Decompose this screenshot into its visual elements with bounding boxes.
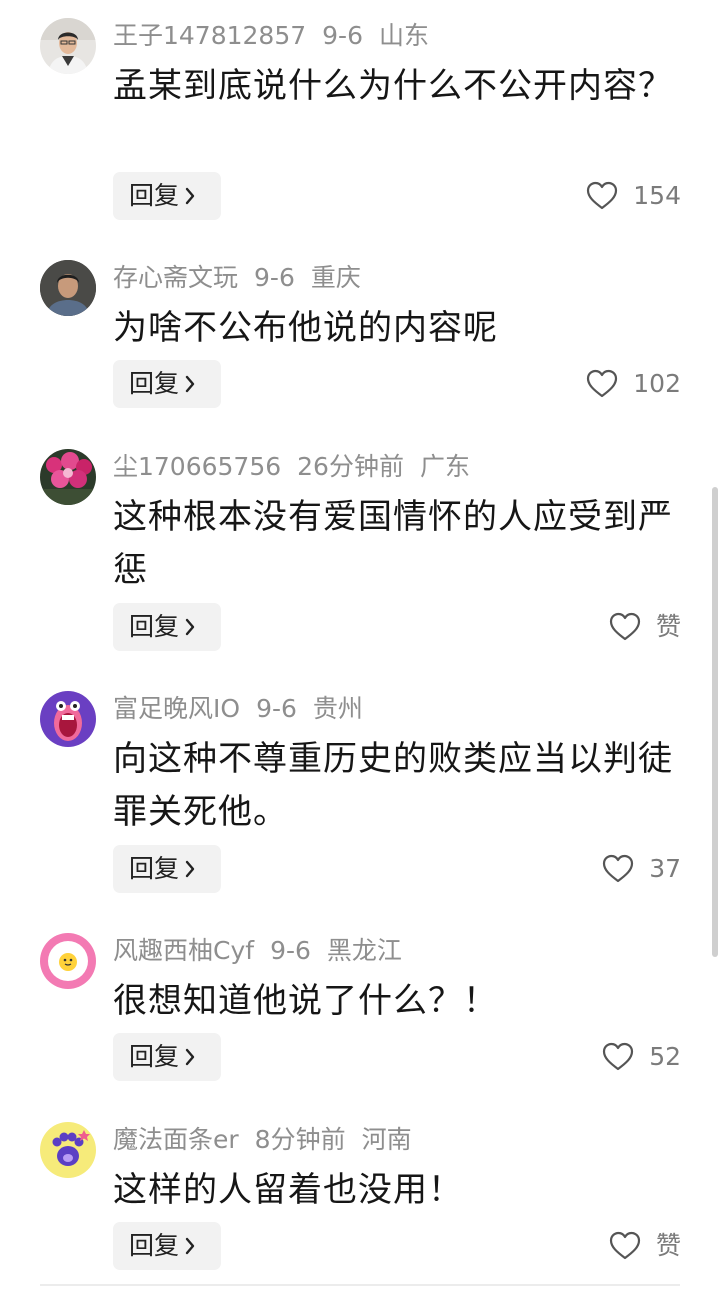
comment-time: 9-6 (270, 936, 311, 965)
avatar[interactable] (40, 1122, 96, 1178)
comment-text: 孟某到底说什么为什么不公开内容？ (113, 66, 673, 106)
comment-time: 8分钟前 (254, 1125, 346, 1154)
avatar[interactable] (40, 260, 96, 316)
like-button[interactable]: 52 (601, 1033, 681, 1081)
comment-text: 为啥不公布他说的内容呢 (113, 308, 498, 348)
chevron-right-icon (183, 172, 197, 220)
comment-text: 很想知道他说了什么？！ (113, 981, 498, 1021)
scrollbar[interactable] (712, 487, 718, 957)
comment-location: 山东 (379, 21, 430, 50)
comment-text: 向这种不尊重历史的败类应当以判徒罪关死他。 (113, 739, 673, 832)
heart-icon (585, 179, 619, 213)
bottom-divider (40, 1284, 680, 1286)
reply-label: 回复 (129, 854, 180, 883)
heart-icon (601, 1040, 635, 1074)
like-count: 154 (633, 181, 681, 210)
comment-time: 9-6 (322, 21, 363, 50)
avatar[interactable] (40, 18, 96, 74)
chevron-right-icon (183, 1033, 197, 1081)
comment-meta: 存心斋文玩 9-6 重庆 (113, 262, 361, 294)
chevron-right-icon (183, 360, 197, 408)
reply-label: 回复 (129, 181, 180, 210)
chevron-right-icon (183, 1222, 197, 1270)
comment-feed: 王子147812857 9-6 山东 孟某到底说什么为什么不公开内容？ 回复 154… (0, 0, 721, 1290)
heart-icon (608, 1229, 642, 1263)
reply-button[interactable]: 回复 (113, 172, 221, 220)
comment-location: 河南 (361, 1125, 412, 1154)
avatar[interactable] (40, 691, 96, 747)
comment-meta: 魔法面条er 8分钟前 河南 (113, 1124, 412, 1156)
username[interactable]: 风趣西柚Cyf (113, 936, 254, 965)
username[interactable]: 富足晚风IO (113, 694, 240, 723)
username[interactable]: 尘170665756 (113, 452, 281, 481)
like-count: 102 (633, 369, 681, 398)
heart-icon (585, 367, 619, 401)
reply-button[interactable]: 回复 (113, 1222, 221, 1270)
reply-button[interactable]: 回复 (113, 1033, 221, 1081)
like-button[interactable]: 赞 (608, 603, 681, 651)
avatar[interactable] (40, 449, 96, 505)
comment-meta: 王子147812857 9-6 山东 (113, 20, 429, 52)
like-count: 赞 (655, 1231, 681, 1260)
like-count: 52 (649, 1042, 681, 1071)
comment-meta: 富足晚风IO 9-6 贵州 (113, 693, 363, 725)
avatar[interactable] (40, 933, 96, 989)
like-button[interactable]: 102 (585, 360, 681, 408)
reply-label: 回复 (129, 1042, 180, 1071)
comment-location: 黑龙江 (326, 936, 402, 965)
reply-label: 回复 (129, 612, 180, 641)
heart-icon (601, 852, 635, 886)
username[interactable]: 魔法面条er (113, 1125, 239, 1154)
comment-meta: 尘170665756 26分钟前 广东 (113, 451, 470, 483)
reply-button[interactable]: 回复 (113, 603, 221, 651)
comment-text: 这样的人留着也没用！ (113, 1170, 463, 1210)
like-button[interactable]: 赞 (608, 1222, 681, 1270)
like-button[interactable]: 37 (601, 845, 681, 893)
comment-time: 9-6 (254, 263, 295, 292)
username[interactable]: 王子147812857 (113, 21, 306, 50)
comment-text: 这种根本没有爱国情怀的人应受到严惩 (113, 497, 673, 590)
reply-button[interactable]: 回复 (113, 360, 221, 408)
like-count: 赞 (655, 612, 681, 641)
reply-label: 回复 (129, 1231, 180, 1260)
chevron-right-icon (183, 603, 197, 651)
comment-time: 9-6 (256, 694, 297, 723)
comment-location: 广东 (419, 452, 470, 481)
username[interactable]: 存心斋文玩 (113, 263, 238, 292)
reply-label: 回复 (129, 369, 180, 398)
like-count: 37 (649, 854, 681, 883)
like-button[interactable]: 154 (585, 172, 681, 220)
chevron-right-icon (183, 845, 197, 893)
comment-location: 重庆 (310, 263, 361, 292)
comment-meta: 风趣西柚Cyf 9-6 黑龙江 (113, 935, 402, 967)
comment-time: 26分钟前 (297, 452, 404, 481)
comment-location: 贵州 (312, 694, 363, 723)
heart-icon (608, 610, 642, 644)
reply-button[interactable]: 回复 (113, 845, 221, 893)
